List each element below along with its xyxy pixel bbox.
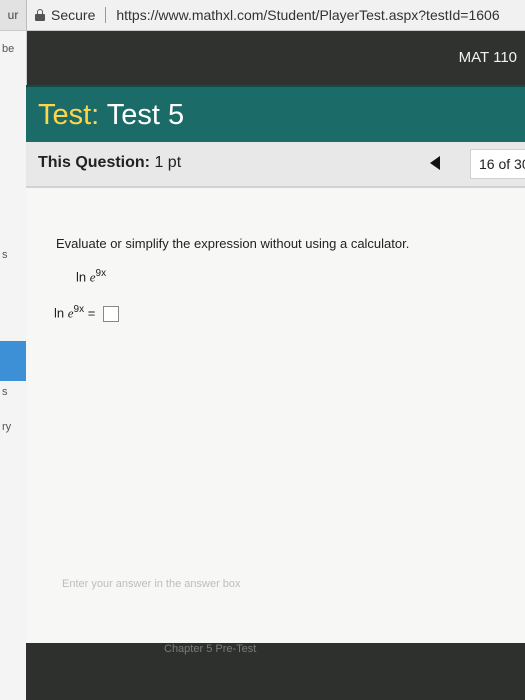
address-bar[interactable]: https://www.mathxl.com/Student/PlayerTes… bbox=[116, 7, 499, 23]
sidebar-item[interactable]: ry bbox=[2, 421, 11, 433]
test-title-bar: Test: Test 5 bbox=[26, 85, 525, 144]
question-points: This Question: 1 pt bbox=[38, 154, 181, 172]
question-counter[interactable]: 16 of 30 bbox=[470, 149, 525, 179]
browser-bar: ur Secure https://www.mathxl.com/Student… bbox=[0, 0, 525, 31]
expression: ln e9x bbox=[76, 268, 106, 285]
question-points-value: 1 pt bbox=[150, 154, 182, 171]
question-content: Evaluate or simplify the expression with… bbox=[26, 188, 525, 643]
browser-tab-stub[interactable]: ur bbox=[0, 0, 27, 30]
equals-sign: = bbox=[87, 305, 96, 321]
sidebar: be s s ry bbox=[0, 31, 27, 700]
footer-bar: Chapter 5 Pre-Test bbox=[26, 643, 525, 700]
sidebar-item[interactable]: s bbox=[2, 386, 8, 398]
question-bar: This Question: 1 pt 16 of 30 bbox=[26, 142, 525, 188]
title-lead: Test: bbox=[38, 99, 100, 131]
question-label: This Question: bbox=[38, 154, 150, 171]
page-title: Test: Test 5 bbox=[38, 99, 184, 132]
exponent-text: 9x bbox=[73, 304, 85, 315]
sidebar-item[interactable]: s bbox=[2, 249, 8, 261]
answer-input[interactable] bbox=[102, 305, 119, 322]
previous-question-arrow-icon[interactable] bbox=[430, 156, 440, 170]
lock-icon bbox=[35, 9, 45, 21]
site-header bbox=[0, 31, 525, 85]
footer-text: Chapter 5 Pre-Test bbox=[164, 643, 257, 655]
title-name: Test 5 bbox=[99, 99, 185, 131]
sidebar-item[interactable]: be bbox=[2, 43, 14, 55]
course-label: MAT 110 bbox=[458, 49, 517, 66]
question-instruction: Evaluate or simplify the expression with… bbox=[56, 236, 410, 251]
ln-text: ln bbox=[54, 305, 65, 321]
sidebar-active-item[interactable] bbox=[0, 341, 26, 381]
answer-hint: Enter your answer in the answer box bbox=[62, 578, 241, 590]
exponent-text: 9x bbox=[95, 268, 107, 279]
divider bbox=[105, 7, 107, 23]
secure-label[interactable]: Secure bbox=[51, 7, 95, 23]
ln-text: ln bbox=[76, 269, 87, 285]
answer-row: ln e9x = bbox=[54, 304, 119, 322]
